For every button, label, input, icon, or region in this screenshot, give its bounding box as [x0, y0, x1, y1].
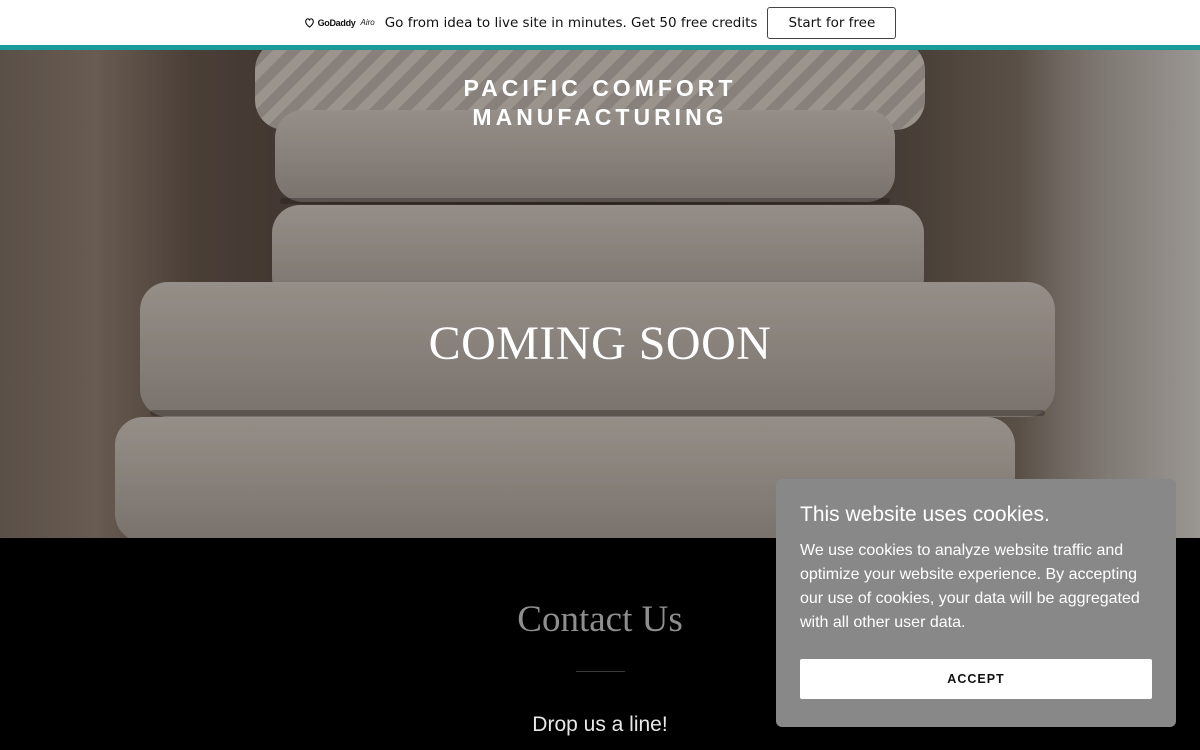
logo-sub-text: Airo — [360, 18, 375, 27]
cookie-banner: This website uses cookies. We use cookie… — [776, 479, 1176, 727]
logo-text: GoDaddy — [317, 17, 356, 28]
brand-title-line-2: MANUFACTURING — [472, 104, 728, 130]
brand-title-line-1: PACIFIC COMFORT — [463, 75, 737, 101]
promo-message: Go from idea to live site in minutes. Ge… — [384, 14, 758, 31]
site-brand-title[interactable]: PACIFIC COMFORT MANUFACTURING — [0, 74, 1200, 132]
promo-bar: GoDaddy Airo Go from idea to live site i… — [0, 0, 1200, 45]
accept-cookies-button[interactable]: ACCEPT — [800, 659, 1152, 699]
cookie-title: This website uses cookies. — [800, 503, 1050, 526]
start-for-free-button[interactable]: Start for free — [767, 6, 897, 39]
hero-heading: COMING SOON — [428, 317, 772, 370]
cookie-text: We use cookies to analyze website traffi… — [800, 542, 1140, 631]
godaddy-airo-logo: GoDaddy Airo — [304, 17, 375, 28]
godaddy-logo-icon — [304, 18, 314, 28]
hero-section: PACIFIC COMFORT MANUFACTURING COMING SOO… — [0, 50, 1200, 538]
contact-divider — [576, 671, 625, 672]
